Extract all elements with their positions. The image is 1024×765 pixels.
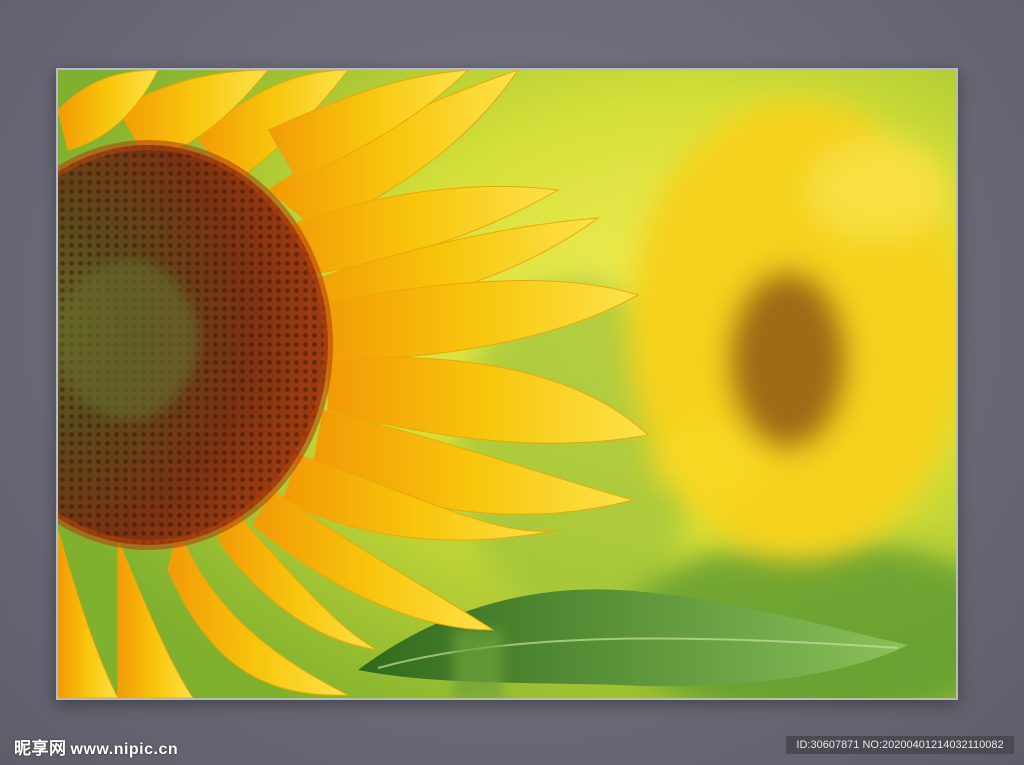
stem [453,630,503,698]
watermark-logo-text: 昵享网 [14,739,67,758]
watermark-url: www.nipic.cn [70,741,179,758]
sunflower-photo [58,70,956,698]
background-sunflower [628,100,956,560]
photo-frame [56,68,958,700]
image-id-label: ID:30607871 NO:20200401214032110082 [786,736,1014,754]
watermark-logo: 昵享网 www.nipic.cn [14,734,178,759]
